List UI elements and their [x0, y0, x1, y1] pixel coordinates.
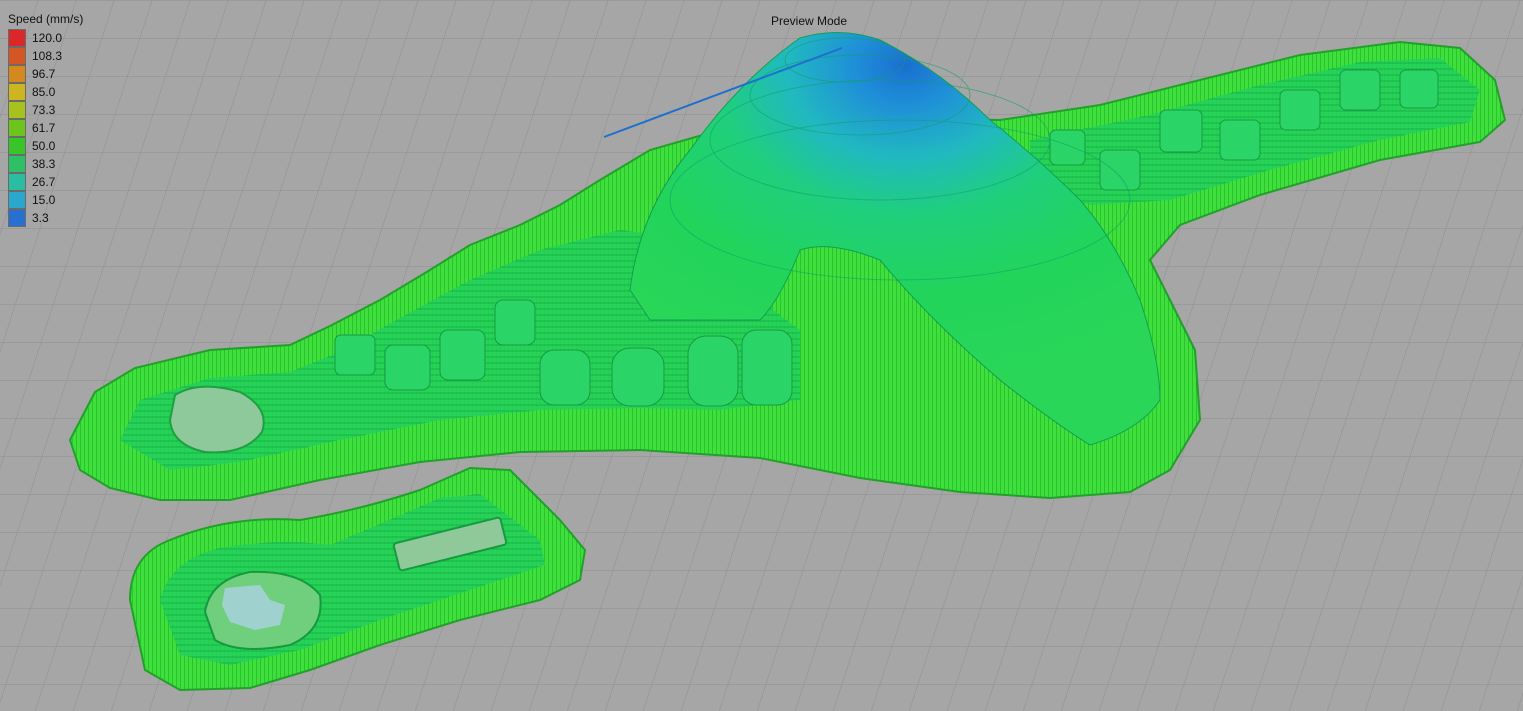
legend-value: 61.7: [32, 121, 56, 135]
legend-value: 108.3: [32, 49, 63, 63]
preview-viewport[interactable]: Speed (mm/s) 120.0 108.3 96.7 85.0 73.3 …: [0, 0, 1523, 711]
legend-swatch: [8, 101, 26, 119]
legend-title: Speed (mm/s): [8, 12, 84, 26]
legend-entry: 38.3: [8, 155, 83, 173]
legend-entry: 120.0: [8, 29, 83, 47]
legend-entry: 96.7: [8, 65, 83, 83]
legend-swatch: [8, 173, 26, 191]
legend-value: 120.0: [32, 31, 63, 45]
legend-entry: 26.7: [8, 173, 83, 191]
legend-swatch: [8, 191, 26, 209]
legend-swatch: [8, 47, 26, 65]
legend-swatch: [8, 155, 26, 173]
legend-value: 50.0: [32, 139, 56, 153]
legend-swatch: [8, 209, 26, 227]
legend-entry: 15.0: [8, 191, 83, 209]
print-preview-scene[interactable]: [0, 0, 1523, 711]
legend-value: 26.7: [32, 175, 56, 189]
legend-swatch: [8, 137, 26, 155]
legend-swatch: [8, 29, 26, 47]
legend-swatch: [8, 83, 26, 101]
legend-entry: 50.0: [8, 137, 83, 155]
legend-entry: 61.7: [8, 119, 83, 137]
preview-mode-label: Preview Mode: [771, 14, 848, 28]
legend-value: 3.3: [32, 211, 49, 225]
legend-swatch: [8, 65, 26, 83]
legend-value: 15.0: [32, 193, 56, 207]
legend-value: 73.3: [32, 103, 56, 117]
legend-entry: 85.0: [8, 83, 83, 101]
legend-value: 85.0: [32, 85, 56, 99]
legend-swatch: [8, 119, 26, 137]
legend-value: 38.3: [32, 157, 56, 171]
legend-entry: 3.3: [8, 209, 83, 227]
legend-rows: 120.0 108.3 96.7 85.0 73.3 61.7 50.0 38.…: [8, 29, 83, 227]
legend-entry: 73.3: [8, 101, 83, 119]
legend-entry: 108.3: [8, 47, 83, 65]
speed-legend: Speed (mm/s) 120.0 108.3 96.7 85.0 73.3 …: [8, 12, 83, 227]
legend-value: 96.7: [32, 67, 56, 81]
